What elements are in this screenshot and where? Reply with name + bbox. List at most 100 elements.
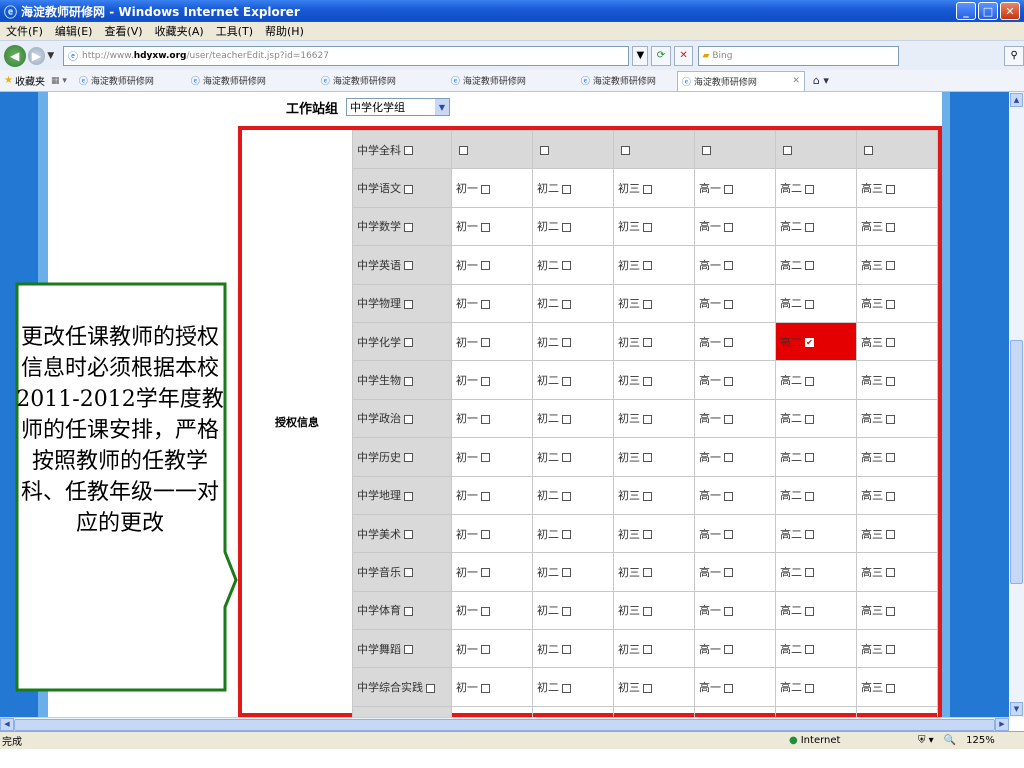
address-input[interactable]: ⓔ http://www. hdyxw.org/user/teacherEdit.… bbox=[63, 45, 630, 66]
checkbox[interactable] bbox=[643, 222, 652, 232]
checkbox[interactable] bbox=[724, 338, 733, 348]
scroll-down-icon[interactable]: ▼ bbox=[1010, 702, 1023, 716]
checkbox[interactable] bbox=[886, 645, 895, 655]
checkbox[interactable] bbox=[404, 261, 413, 271]
tab-1[interactable]: ⓔ 海淀教师研修网 bbox=[75, 71, 187, 91]
address-dropdown-icon[interactable]: ▼ bbox=[632, 45, 649, 66]
checkbox[interactable] bbox=[404, 146, 413, 156]
checked-checkbox[interactable]: ✔ bbox=[805, 338, 814, 348]
checkbox[interactable] bbox=[404, 376, 413, 386]
hscroll-thumb[interactable] bbox=[14, 719, 995, 731]
checkbox[interactable] bbox=[724, 606, 733, 616]
tab-6-active[interactable]: ⓔ 海淀教师研修网 ✕ bbox=[676, 70, 805, 91]
checkbox[interactable] bbox=[562, 414, 571, 424]
checkbox[interactable] bbox=[886, 683, 895, 693]
checkbox[interactable] bbox=[724, 645, 733, 655]
favorites-label[interactable]: 收藏夹 bbox=[15, 73, 45, 88]
checkbox[interactable] bbox=[805, 683, 814, 693]
checkbox[interactable] bbox=[724, 453, 733, 463]
tab-3[interactable]: ⓔ 海淀教师研修网 bbox=[317, 71, 447, 91]
checkbox[interactable] bbox=[404, 414, 413, 424]
checkbox[interactable] bbox=[805, 606, 814, 616]
menu-edit[interactable]: 编辑(E) bbox=[55, 23, 93, 39]
checkbox[interactable] bbox=[643, 414, 652, 424]
checkbox[interactable] bbox=[886, 568, 895, 578]
checkbox[interactable] bbox=[562, 683, 571, 693]
close-button[interactable]: ✕ bbox=[1000, 2, 1020, 20]
tab-5[interactable]: ⓔ 海淀教师研修网 bbox=[577, 71, 677, 91]
checkbox[interactable] bbox=[404, 299, 413, 309]
minimize-button[interactable]: _ bbox=[956, 2, 976, 20]
refresh-icon[interactable]: ⟳ bbox=[651, 45, 671, 66]
menu-view[interactable]: 查看(V) bbox=[104, 23, 142, 39]
checkbox[interactable] bbox=[562, 568, 571, 578]
menu-file[interactable]: 文件(F) bbox=[6, 23, 43, 39]
search-input[interactable]: ▰ Bing bbox=[698, 45, 900, 66]
checkbox[interactable] bbox=[404, 568, 413, 578]
checkbox[interactable] bbox=[481, 568, 490, 578]
menu-help[interactable]: 帮助(H) bbox=[265, 23, 304, 39]
checkbox[interactable] bbox=[805, 530, 814, 540]
checkbox[interactable] bbox=[404, 606, 413, 616]
checkbox[interactable] bbox=[805, 491, 814, 501]
checkbox[interactable] bbox=[643, 606, 652, 616]
vertical-scrollbar[interactable]: ▲ ▼ bbox=[1009, 92, 1024, 717]
checkbox[interactable] bbox=[724, 530, 733, 540]
scroll-left-icon[interactable]: ◀ bbox=[0, 718, 14, 731]
checkbox[interactable] bbox=[481, 376, 490, 386]
checkbox[interactable] bbox=[562, 299, 571, 309]
checkbox[interactable] bbox=[805, 568, 814, 578]
checkbox[interactable] bbox=[643, 376, 652, 386]
checkbox[interactable] bbox=[481, 338, 490, 348]
checkbox[interactable] bbox=[724, 683, 733, 693]
checkbox[interactable] bbox=[643, 261, 652, 271]
checkbox[interactable] bbox=[864, 145, 873, 155]
zoom-icon[interactable]: 🔍 bbox=[944, 735, 956, 746]
checkbox[interactable] bbox=[886, 261, 895, 271]
tab-close-icon[interactable]: ✕ bbox=[792, 76, 800, 86]
checkbox[interactable] bbox=[481, 261, 490, 271]
protected-mode-icon[interactable]: ⛨ ▾ bbox=[918, 735, 934, 746]
checkbox[interactable] bbox=[886, 184, 895, 194]
checkbox[interactable] bbox=[724, 376, 733, 386]
search-icon[interactable]: ⚲ bbox=[1004, 45, 1024, 66]
checkbox[interactable] bbox=[481, 491, 490, 501]
checkbox[interactable] bbox=[459, 145, 468, 155]
checkbox[interactable] bbox=[404, 184, 413, 194]
checkbox[interactable] bbox=[886, 606, 895, 616]
checkbox[interactable] bbox=[886, 376, 895, 386]
checkbox[interactable] bbox=[562, 606, 571, 616]
station-select[interactable]: 中学化学组 ▼ bbox=[346, 98, 450, 116]
maximize-button[interactable]: □ bbox=[978, 2, 998, 20]
quick-tabs-icon[interactable]: ▦ ▾ bbox=[51, 76, 67, 86]
checkbox[interactable] bbox=[724, 261, 733, 271]
checkbox[interactable] bbox=[805, 414, 814, 424]
checkbox[interactable] bbox=[481, 683, 490, 693]
checkbox[interactable] bbox=[481, 414, 490, 424]
checkbox[interactable] bbox=[886, 222, 895, 232]
checkbox[interactable] bbox=[643, 530, 652, 540]
checkbox[interactable] bbox=[621, 145, 630, 155]
checkbox[interactable] bbox=[643, 568, 652, 578]
checkbox[interactable] bbox=[404, 338, 413, 348]
checkbox[interactable] bbox=[724, 491, 733, 501]
scroll-right-icon[interactable]: ▶ bbox=[995, 718, 1009, 731]
checkbox[interactable] bbox=[481, 645, 490, 655]
checkbox[interactable] bbox=[426, 683, 435, 693]
menu-tools[interactable]: 工具(T) bbox=[216, 23, 253, 39]
checkbox[interactable] bbox=[481, 299, 490, 309]
checkbox[interactable] bbox=[805, 184, 814, 194]
checkbox[interactable] bbox=[724, 184, 733, 194]
checkbox[interactable] bbox=[481, 530, 490, 540]
checkbox[interactable] bbox=[404, 645, 413, 655]
checkbox[interactable] bbox=[481, 222, 490, 232]
checkbox[interactable] bbox=[805, 261, 814, 271]
checkbox[interactable] bbox=[805, 453, 814, 463]
checkbox[interactable] bbox=[702, 145, 711, 155]
checkbox[interactable] bbox=[886, 453, 895, 463]
checkbox[interactable] bbox=[886, 338, 895, 348]
checkbox[interactable] bbox=[481, 453, 490, 463]
checkbox[interactable] bbox=[643, 645, 652, 655]
stop-icon[interactable]: ✕ bbox=[673, 45, 694, 66]
back-button[interactable]: ◀ bbox=[4, 44, 26, 67]
